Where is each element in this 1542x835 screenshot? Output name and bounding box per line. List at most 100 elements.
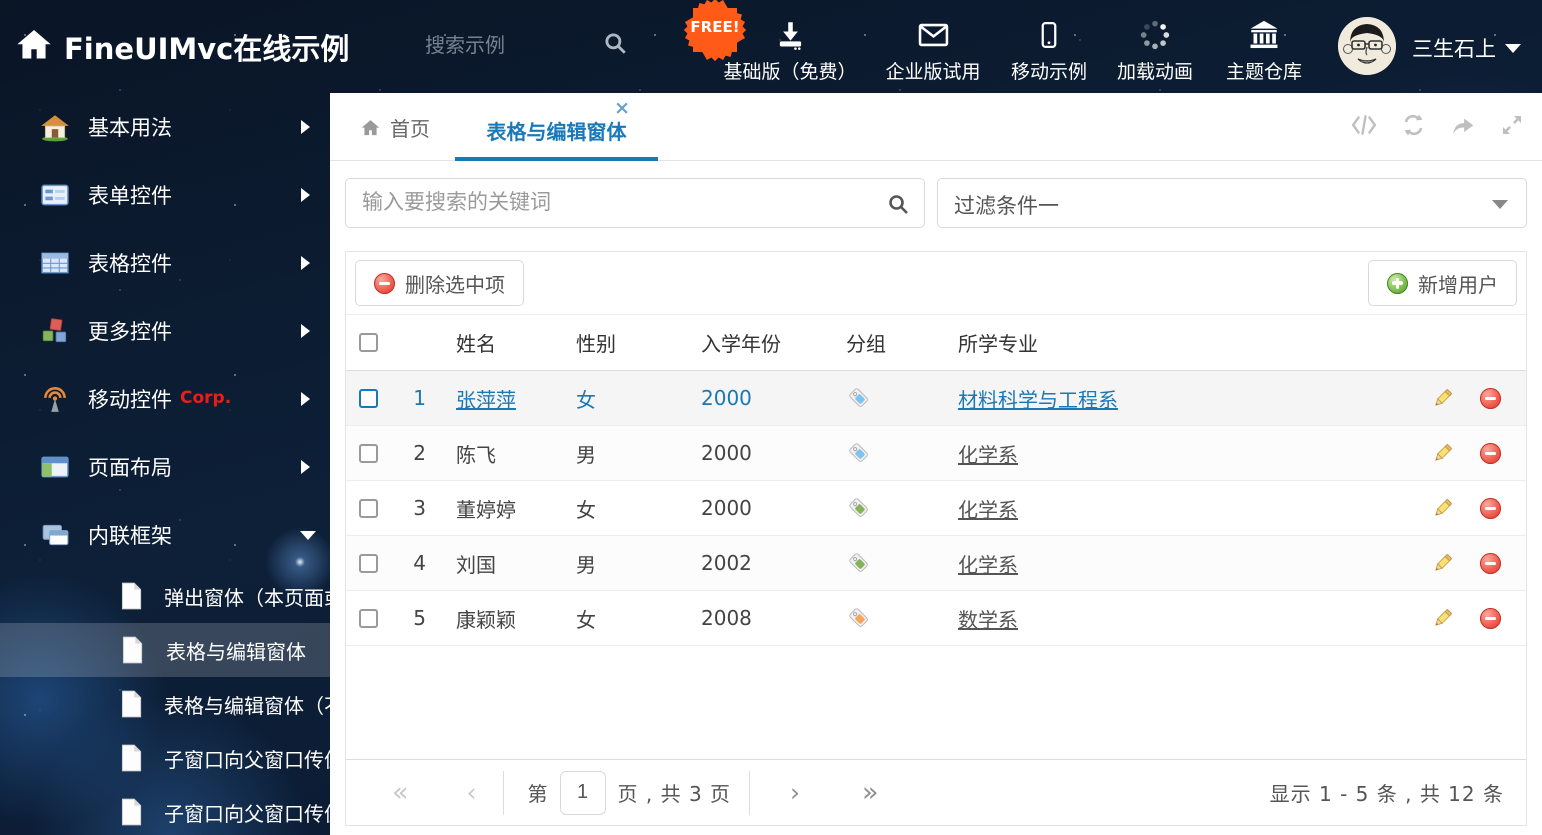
- name-link[interactable]: 刘国: [436, 549, 576, 578]
- year-cell: 2008: [701, 606, 752, 630]
- source-code-icon[interactable]: [1351, 113, 1377, 137]
- delete-row-icon[interactable]: [1480, 442, 1501, 464]
- nav-theme-repository[interactable]: 主题仓库: [1226, 14, 1302, 84]
- app-root: FineUIMvc在线示例 FREE! 基础版（免费） 企业版试用: [0, 0, 1542, 835]
- keyword-search-input[interactable]: [362, 179, 872, 227]
- sidebar-subitem-grid-edit-window-2[interactable]: 表格与编辑窗体（不...: [0, 677, 363, 731]
- column-header-gender: 性别: [576, 332, 616, 356]
- last-page-button[interactable]: »: [862, 777, 879, 808]
- name-link[interactable]: 董婷婷: [436, 494, 576, 523]
- page-number-input[interactable]: [559, 770, 606, 815]
- sidebar-subitem-child-to-parent[interactable]: 子窗口向父窗口传值: [0, 731, 344, 785]
- refresh-icon[interactable]: [1401, 113, 1426, 137]
- tag-icon: [846, 442, 958, 464]
- sidebar-item-more-controls[interactable]: 更多控件: [0, 297, 330, 365]
- row-checkbox[interactable]: [359, 443, 378, 463]
- edit-pencil-icon[interactable]: [1431, 442, 1454, 465]
- bank-icon: [1246, 14, 1282, 52]
- name-link[interactable]: 张萍萍: [436, 384, 576, 413]
- delete-row-icon[interactable]: [1480, 387, 1501, 409]
- table-row[interactable]: 5 康颖颖 女 2008 数学系: [346, 591, 1526, 646]
- record-summary: 显示 1 - 5 条 , 共 12 条: [1269, 782, 1504, 806]
- sidebar-subitem-grid-edit-window[interactable]: 表格与编辑窗体: [0, 623, 330, 677]
- home-icon: [40, 112, 70, 142]
- nav-enterprise-trial[interactable]: 企业版试用: [885, 14, 981, 84]
- edit-pencil-icon[interactable]: [1431, 387, 1454, 410]
- corp-badge: Corp.: [180, 388, 232, 408]
- tab-home[interactable]: 首页: [360, 113, 430, 142]
- header-search-input[interactable]: [425, 30, 585, 62]
- share-arrow-icon[interactable]: [1450, 113, 1476, 137]
- tag-icon: [846, 497, 958, 519]
- chevron-right-icon: [301, 324, 310, 338]
- add-user-button[interactable]: 新增用户: [1368, 260, 1517, 306]
- row-checkbox[interactable]: [359, 498, 378, 518]
- row-checkbox[interactable]: [359, 608, 378, 628]
- column-header-name: 姓名: [456, 332, 496, 356]
- file-icon: [118, 636, 146, 664]
- chevron-down-icon: [300, 530, 316, 540]
- row-index: 2: [413, 441, 426, 465]
- table-icon: [40, 248, 70, 278]
- user-avatar[interactable]: [1338, 17, 1396, 75]
- major-link[interactable]: 化学系: [958, 439, 1406, 468]
- filter-row: 过滤条件一: [345, 178, 1527, 228]
- close-icon[interactable]: ×: [614, 99, 630, 118]
- year-cell: 2000: [701, 441, 752, 465]
- nav-mobile-demo[interactable]: 移动示例: [1011, 14, 1087, 84]
- nav-label: 企业版试用: [885, 61, 981, 83]
- spinner-icon: [1138, 14, 1172, 52]
- sidebar-item-form-controls[interactable]: 表单控件: [0, 161, 330, 229]
- row-checkbox[interactable]: [359, 388, 378, 408]
- top-header: FineUIMvc在线示例 FREE! 基础版（免费） 企业版试用: [0, 0, 1542, 93]
- table-row[interactable]: 4 刘国 男 2002 化学系: [346, 536, 1526, 591]
- gender-cell: 女: [576, 497, 596, 522]
- sidebar-subitem-popup-window[interactable]: 弹出窗体（本页面或...: [0, 569, 363, 623]
- first-page-button[interactable]: «: [392, 777, 409, 808]
- sidebar-subitem-child-to-parent-2[interactable]: 子窗口向父窗口传值...: [0, 785, 363, 835]
- free-badge: FREE!: [682, 0, 748, 62]
- sidebar-item-page-layout[interactable]: 页面布局: [0, 433, 330, 501]
- prev-page-button[interactable]: ‹: [467, 778, 477, 807]
- name-link[interactable]: 康颖颖: [436, 604, 576, 633]
- home-logo-icon[interactable]: [14, 26, 54, 68]
- cubes-icon: [40, 316, 70, 346]
- minus-circle-icon: [374, 272, 395, 294]
- table-row[interactable]: 2 陈飞 男 2000 化学系: [346, 426, 1526, 481]
- nav-loading-animations[interactable]: 加载动画: [1117, 14, 1193, 84]
- major-link[interactable]: 化学系: [958, 494, 1406, 523]
- major-link[interactable]: 化学系: [958, 549, 1406, 578]
- search-icon[interactable]: [602, 30, 628, 60]
- table-row[interactable]: 1 张萍萍 女 2000 材料科学与工程系: [346, 371, 1526, 426]
- filter-dropdown[interactable]: 过滤条件一: [937, 178, 1527, 228]
- edit-pencil-icon[interactable]: [1431, 497, 1454, 520]
- sidebar-item-grid-controls[interactable]: 表格控件: [0, 229, 330, 297]
- edit-pencil-icon[interactable]: [1431, 607, 1454, 630]
- page-prefix-label: 第: [527, 782, 548, 806]
- major-link[interactable]: 数学系: [958, 604, 1406, 633]
- tab-grid-edit-window[interactable]: 表格与编辑窗体 ×: [455, 93, 658, 161]
- edit-pencil-icon[interactable]: [1431, 552, 1454, 575]
- sidebar-item-iframe[interactable]: 内联框架: [0, 501, 330, 569]
- tag-icon: [846, 552, 958, 574]
- name-link[interactable]: 陈飞: [436, 439, 576, 468]
- row-checkbox[interactable]: [359, 553, 378, 573]
- delete-row-icon[interactable]: [1480, 607, 1501, 629]
- sidebar-item-mobile-controls[interactable]: 移动控件 Corp.: [0, 365, 330, 433]
- chevron-down-icon: [1492, 200, 1508, 209]
- sidebar-item-basic-usage[interactable]: 基本用法: [0, 93, 330, 161]
- delete-row-icon[interactable]: [1480, 552, 1501, 574]
- chevron-right-icon: [301, 188, 310, 202]
- column-header-major: 所学专业: [958, 332, 1038, 356]
- table-row[interactable]: 3 董婷婷 女 2000 化学系: [346, 481, 1526, 536]
- sidebar-nav: 基本用法 表单控件 表格控件 更多控件 移动控件 Corp. 页面布局 内联框架…: [0, 93, 363, 835]
- delete-row-icon[interactable]: [1480, 497, 1501, 519]
- expand-icon[interactable]: [1500, 113, 1524, 137]
- user-menu[interactable]: 三生石上: [1412, 33, 1521, 63]
- major-link[interactable]: 材料科学与工程系: [958, 384, 1406, 413]
- select-all-checkbox[interactable]: [359, 333, 378, 352]
- delete-selected-button[interactable]: 删除选中项: [355, 260, 524, 306]
- search-icon[interactable]: [886, 192, 910, 220]
- antenna-icon: [40, 384, 70, 414]
- next-page-button[interactable]: ›: [790, 778, 800, 807]
